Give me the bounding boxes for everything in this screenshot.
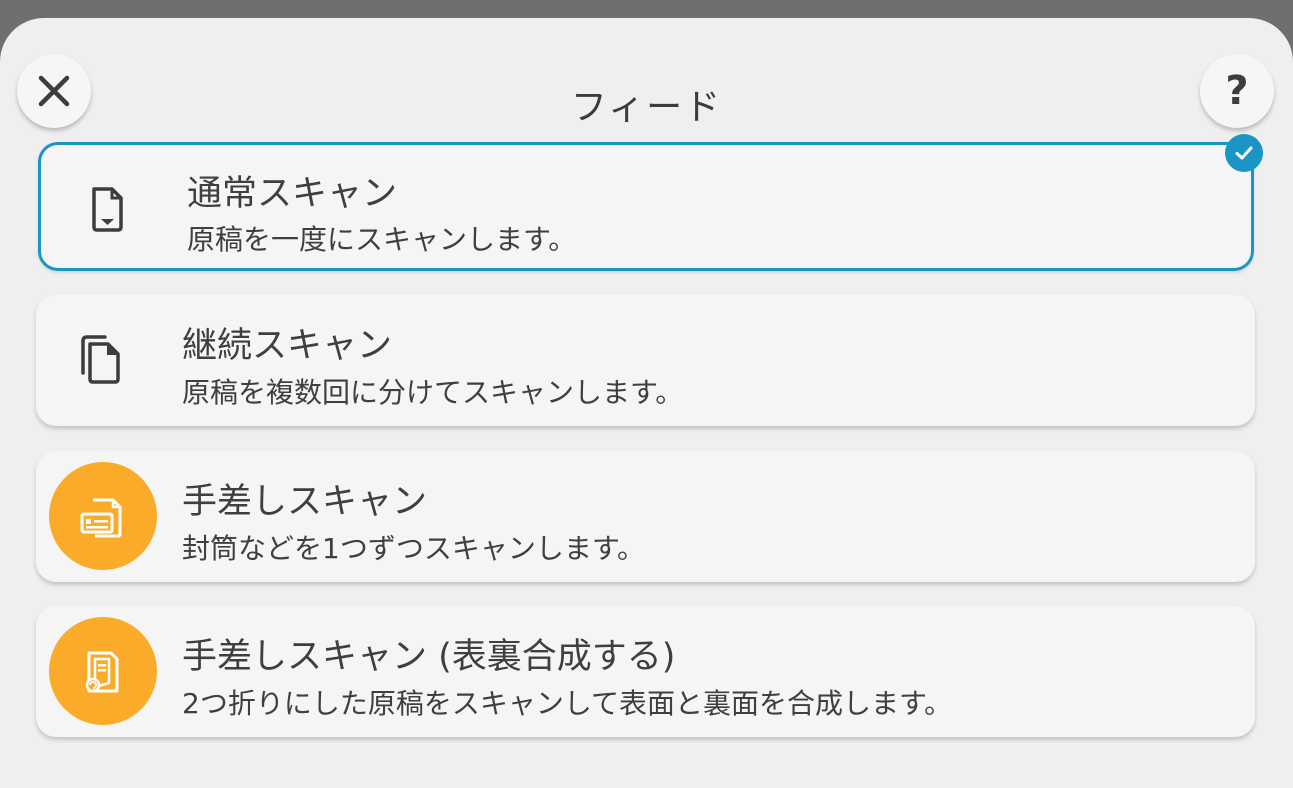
single-document-icon (92, 187, 123, 232)
help-button[interactable]: ? (1200, 54, 1274, 128)
option-description: 封筒などを1つずつスキャンします。 (182, 532, 646, 565)
option-description: 原稿を一度にスキャンします。 (187, 223, 577, 256)
option-manual-scan[interactable]: 手差しスキャン 封筒などを1つずつスキャンします。 (36, 451, 1255, 582)
option-continuous-scan[interactable]: 継続スキャン 原稿を複数回に分けてスキャンします。 (36, 295, 1255, 426)
help-icon: ? (1225, 68, 1249, 114)
option-description: 2つ折りにした原稿をスキャンして表面と裏面を合成します。 (182, 687, 953, 720)
checkmark-icon (1235, 146, 1253, 160)
option-title: 継続スキャン (182, 326, 393, 366)
manual-feed-icon-badge (49, 462, 157, 570)
option-manual-merge-scan[interactable]: 手差しスキャン (表裏合成する) 2つ折りにした原稿をスキャンして表面と裏面を合… (36, 606, 1255, 737)
multiple-documents-icon (81, 335, 120, 384)
option-description: 原稿を複数回に分けてスキャンします。 (182, 376, 684, 409)
option-normal-scan[interactable]: 通常スキャン 原稿を一度にスキャンします。 (38, 142, 1254, 271)
folded-merge-icon (85, 651, 119, 693)
manual-feed-icon (80, 498, 122, 538)
option-title: 手差しスキャン (表裏合成する) (182, 637, 676, 677)
dialog-title: フィード (570, 87, 723, 128)
option-title: 手差しスキャン (182, 482, 428, 522)
selected-check-badge (1225, 134, 1263, 172)
folded-merge-icon-badge (49, 617, 157, 725)
option-title: 通常スキャン (187, 174, 398, 214)
